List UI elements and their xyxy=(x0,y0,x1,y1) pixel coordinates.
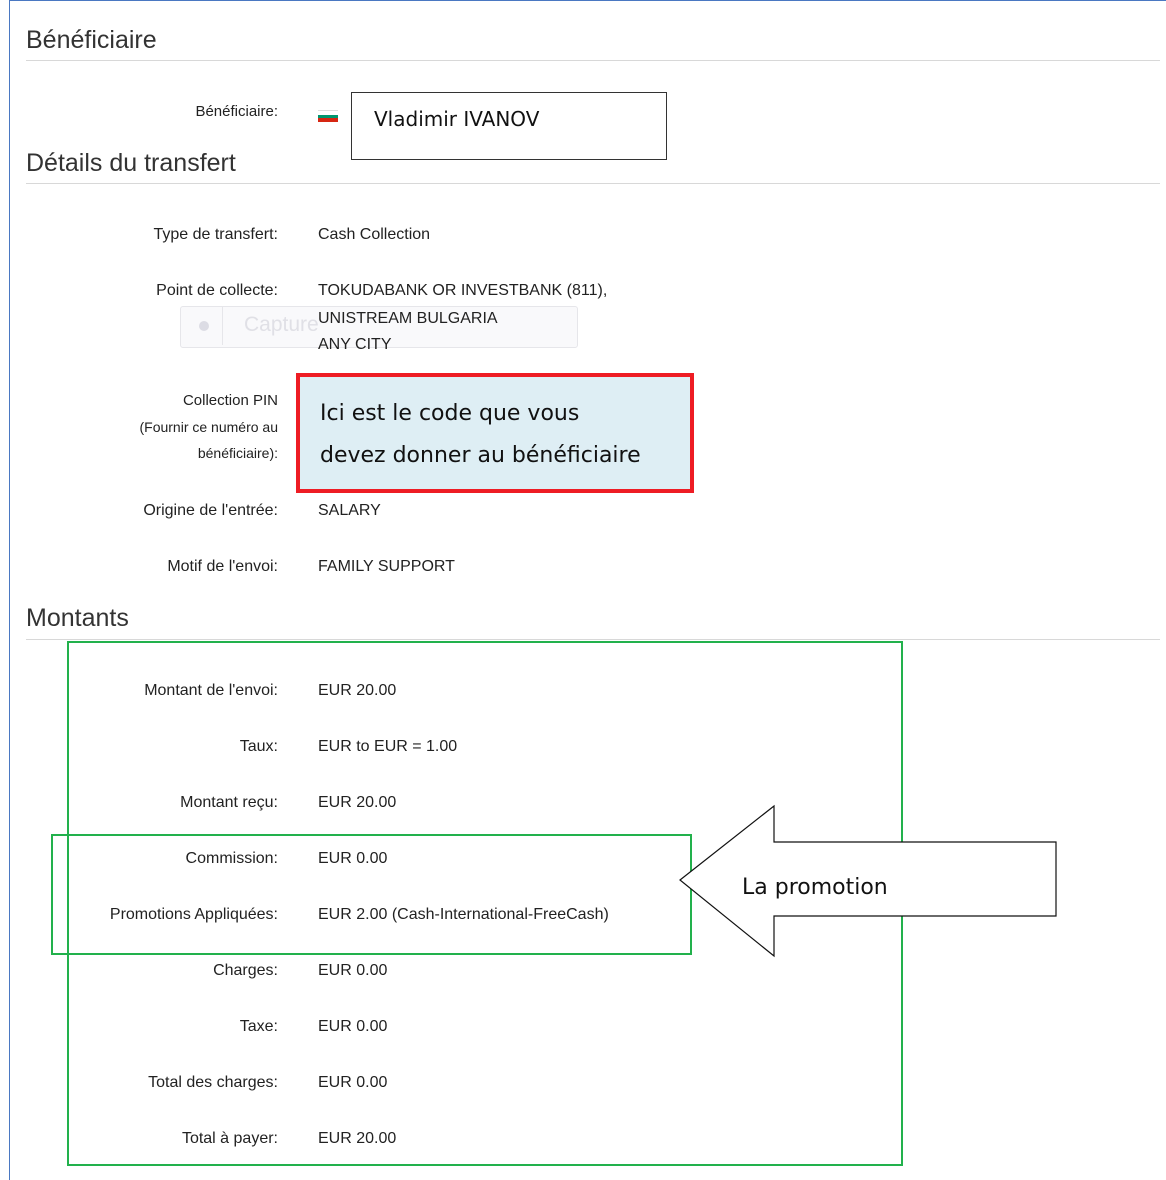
pin-note-line: devez donner au bénéficiaire xyxy=(320,443,641,468)
transfer-type-value: Cash Collection xyxy=(318,226,431,243)
transfer-type-label: Type de transfert: xyxy=(153,226,278,243)
collect-point-line: TOKUDABANK OR INVESTBANK (811), xyxy=(318,282,608,299)
amount-label: Taux: xyxy=(239,738,278,755)
beneficiary-label: Bénéficiaire: xyxy=(195,103,278,120)
collect-point-label: Point de collecte: xyxy=(156,282,278,299)
section-divider xyxy=(26,639,1160,640)
record-icon xyxy=(199,321,209,331)
amount-label: Total à payer: xyxy=(181,1130,278,1147)
amount-label: Commission: xyxy=(185,850,278,867)
ghost-capture-text: Capture xyxy=(244,313,319,336)
amount-label: Promotions Appliquées: xyxy=(109,906,278,923)
amount-label: Montant de l'envoi: xyxy=(144,682,278,699)
bulgaria-flag-icon xyxy=(318,110,338,123)
divider xyxy=(222,307,223,345)
section-divider xyxy=(26,60,1160,61)
motive-value: FAMILY SUPPORT xyxy=(318,558,455,575)
amount-value: EUR to EUR = 1.00 xyxy=(318,738,458,755)
pin-note-line: Ici est le code que vous xyxy=(320,401,580,426)
pin-label-line: Collection PIN xyxy=(182,392,278,409)
pin-label-line: (Fournir ce numéro au xyxy=(139,419,278,435)
amount-label: Charges: xyxy=(213,962,278,979)
amount-label: Taxe: xyxy=(239,1018,278,1035)
amount-value: EUR 20.00 xyxy=(318,794,397,811)
section-title-transfer: Détails du transfert xyxy=(26,149,236,177)
pin-note-callout: Ici est le code que vous devez donner au… xyxy=(296,373,694,493)
amount-value: EUR 0.00 xyxy=(318,1018,388,1035)
amount-value: EUR 2.00 (Cash-International-FreeCash) xyxy=(318,906,609,923)
amount-label: Total des charges: xyxy=(148,1074,278,1091)
amount-label: Montant reçu: xyxy=(180,794,278,811)
amount-value: EUR 20.00 xyxy=(318,682,397,699)
amount-value: EUR 0.00 xyxy=(318,962,388,979)
origin-value: SALARY xyxy=(318,502,381,519)
section-title-beneficiary: Bénéficiaire xyxy=(26,26,157,54)
amount-value: EUR 0.00 xyxy=(318,850,388,867)
section-divider xyxy=(26,183,1160,184)
pin-label-line: bénéficiaire): xyxy=(197,445,278,461)
collect-point-line: ANY CITY xyxy=(318,336,392,353)
collect-point-line: UNISTREAM BULGARIA xyxy=(318,310,498,327)
beneficiary-name-box: Vladimir IVANOV xyxy=(351,92,667,160)
motive-label: Motif de l'envoi: xyxy=(167,558,278,575)
amount-value: EUR 20.00 xyxy=(318,1130,397,1147)
amount-value: EUR 0.00 xyxy=(318,1074,388,1091)
promotion-arrow-label: La promotion xyxy=(740,875,890,900)
section-title-amounts: Montants xyxy=(26,604,129,632)
origin-label: Origine de l'entrée: xyxy=(143,502,278,519)
